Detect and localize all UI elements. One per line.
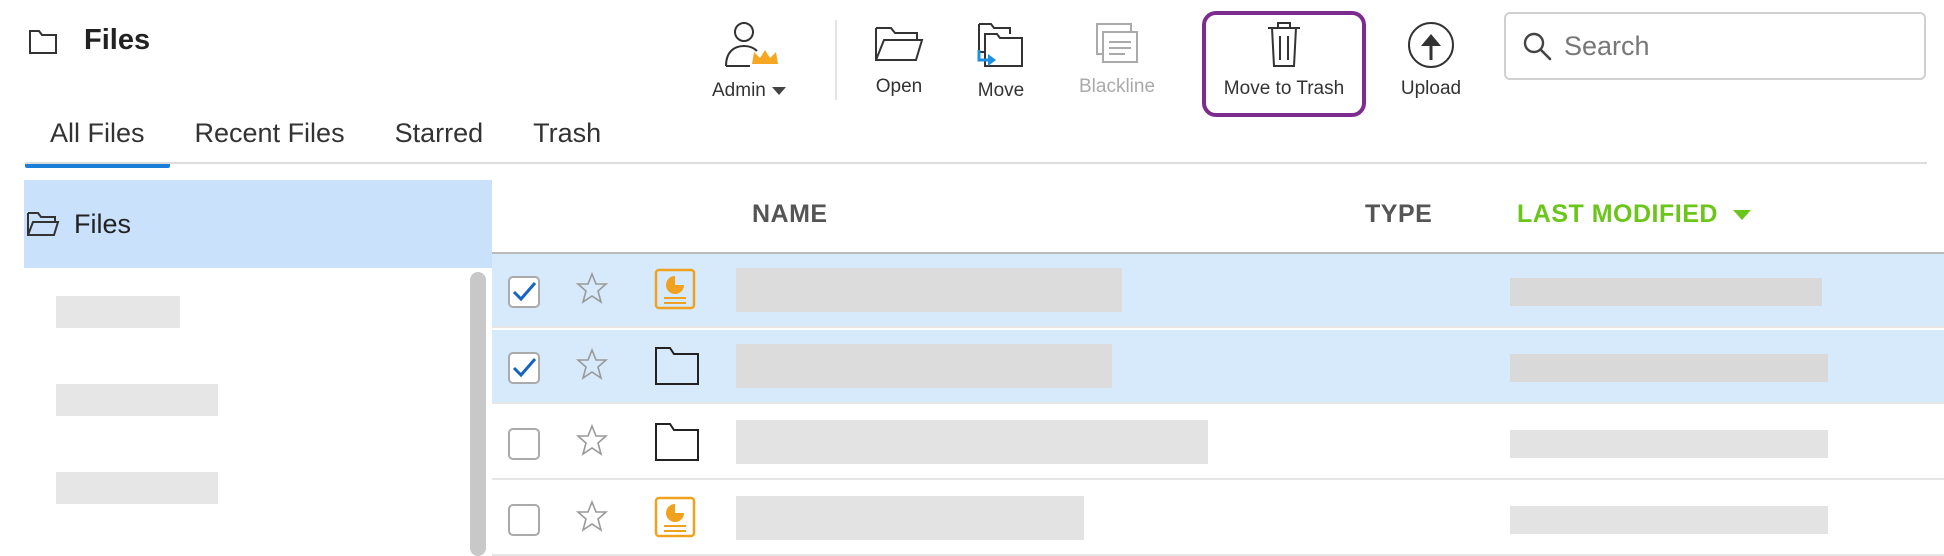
last-modified-placeholder xyxy=(1510,278,1822,306)
tabs-divider xyxy=(25,162,1927,164)
presentation-file-icon xyxy=(654,268,696,310)
tab-recent-files[interactable]: Recent Files xyxy=(170,118,370,162)
chevron-down-icon xyxy=(772,86,787,95)
page-title: Files xyxy=(84,24,151,56)
blackline-button[interactable]: Blackline xyxy=(1079,20,1155,98)
sidebar-item-placeholder[interactable] xyxy=(56,384,218,416)
table-row[interactable] xyxy=(492,406,1944,480)
app-title: Files xyxy=(28,24,150,57)
sidebar-item-label: Files xyxy=(74,208,132,239)
star-icon[interactable] xyxy=(576,348,608,380)
last-modified-placeholder xyxy=(1510,354,1828,382)
star-icon[interactable] xyxy=(576,272,608,304)
file-name-placeholder[interactable] xyxy=(736,420,1208,464)
folder-icon xyxy=(655,423,699,461)
table-row[interactable] xyxy=(492,254,1944,328)
table-row[interactable] xyxy=(492,482,1944,556)
search-icon xyxy=(1523,32,1552,61)
search-box[interactable] xyxy=(1504,12,1926,80)
blackline-compare-icon xyxy=(1096,23,1139,63)
row-checkbox[interactable] xyxy=(508,504,540,536)
tab-bar: All Files Recent Files Starred Trash xyxy=(25,118,626,168)
move-button[interactable]: Move xyxy=(975,20,1027,102)
star-icon[interactable] xyxy=(576,424,608,456)
folder-icon xyxy=(29,29,57,54)
last-modified-placeholder xyxy=(1510,506,1828,534)
folder-open-icon xyxy=(875,27,924,61)
file-name-placeholder[interactable] xyxy=(736,268,1122,312)
tab-trash[interactable]: Trash xyxy=(508,118,626,162)
file-name-placeholder[interactable] xyxy=(736,344,1112,388)
sort-desc-icon xyxy=(1732,209,1751,220)
sidebar-item-placeholder[interactable] xyxy=(56,472,218,504)
sidebar-item-files[interactable]: Files xyxy=(24,180,492,268)
checkmark-icon xyxy=(512,282,537,302)
column-header-last-modified-label: LAST MODIFIED xyxy=(1517,200,1718,228)
last-modified-placeholder xyxy=(1510,430,1828,458)
folder-icon xyxy=(655,347,699,385)
sidebar-item-placeholder[interactable] xyxy=(56,296,180,328)
move-to-trash-label: Move to Trash xyxy=(1223,78,1345,99)
row-checkbox[interactable] xyxy=(508,428,540,460)
admin-user-crown-icon xyxy=(724,22,778,67)
checkmark-icon xyxy=(512,358,537,378)
folder-move-icon xyxy=(977,23,1023,67)
row-checkbox[interactable] xyxy=(508,276,540,308)
file-name-placeholder[interactable] xyxy=(736,496,1084,540)
column-header-name[interactable]: NAME xyxy=(752,200,828,229)
row-checkbox[interactable] xyxy=(508,352,540,384)
tab-all-files[interactable]: All Files xyxy=(25,118,170,168)
presentation-file-icon xyxy=(654,496,696,538)
admin-label: Admin xyxy=(712,80,766,101)
tab-starred[interactable]: Starred xyxy=(370,118,509,162)
column-header-type[interactable]: TYPE xyxy=(1365,200,1432,229)
admin-button[interactable]: Admin xyxy=(712,20,787,102)
column-header-last-modified[interactable]: LAST MODIFIED xyxy=(1517,200,1752,229)
upload-button[interactable]: Upload xyxy=(1398,20,1464,100)
move-label: Move xyxy=(977,80,1025,101)
search-input[interactable] xyxy=(1564,30,1904,62)
star-icon[interactable] xyxy=(576,500,608,532)
table-row[interactable] xyxy=(492,330,1944,404)
blackline-label: Blackline xyxy=(1079,76,1156,97)
open-label: Open xyxy=(875,76,923,97)
move-to-trash-button[interactable]: Move to Trash xyxy=(1216,20,1352,100)
open-button[interactable]: Open xyxy=(873,20,925,98)
upload-label: Upload xyxy=(1400,78,1462,99)
trash-icon xyxy=(1268,22,1300,67)
toolbar-divider xyxy=(835,20,837,100)
upload-arrow-icon xyxy=(1408,22,1454,68)
folder-open-icon xyxy=(27,212,60,236)
sidebar-scrollbar[interactable] xyxy=(470,272,486,556)
